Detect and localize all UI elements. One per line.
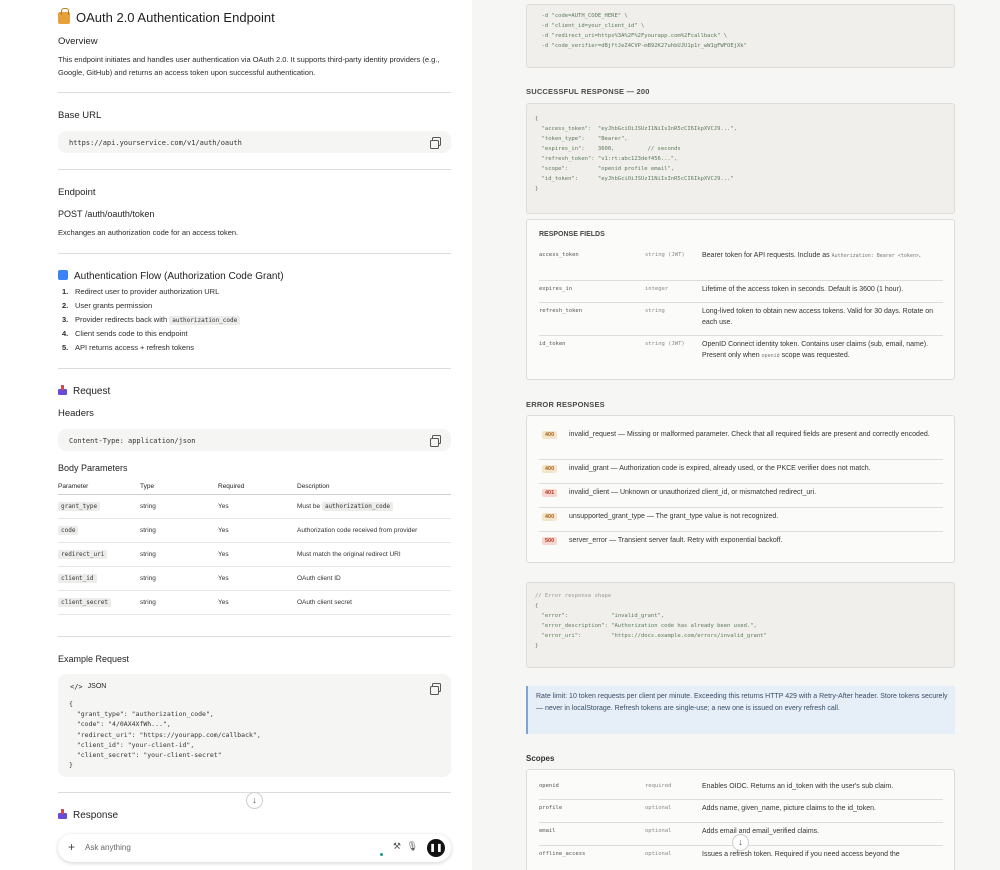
table-row: code string Yes Authorization code recei… (58, 518, 451, 543)
table-row: refresh_token string Long-lived token to… (539, 303, 943, 336)
composer-input[interactable]: Ask anything (85, 843, 131, 852)
codeblock-lang: </> JSON (70, 683, 107, 691)
table-row: access_token string (JWT) Bearer token f… (539, 247, 943, 281)
list-item: 3. Provider redirects back with authoriza… (58, 313, 241, 327)
table-row: expires_in integer Lifetime of the acces… (539, 281, 943, 303)
error-shape-codeblock: // Error response shape{ "error": "inval… (526, 582, 955, 668)
list-item: 4. Client sends code to this endpoint (62, 329, 188, 338)
canvas-pane: -d "code=AUTH_CODE_HERE" \ -d "client_id… (472, 0, 1000, 870)
column-header: Required (218, 479, 297, 495)
voice-mode-button[interactable]: ❚❚ (427, 839, 445, 857)
table-row: client_id string Yes OAuth client ID (58, 566, 451, 591)
success-codeblock: { "access_token": "eyJhbGciOiJSUzI1NiIsI… (526, 103, 955, 214)
request-heading: Request (58, 385, 110, 397)
list-item: 1. Redirect user to provider authorizatio… (62, 287, 220, 296)
divider (58, 253, 451, 254)
blue-square-icon (58, 270, 68, 280)
list-item: 400 invalid_request — Missing or malforme… (539, 426, 943, 460)
tools-icon[interactable]: ⚒ (393, 841, 401, 852)
divider (58, 169, 451, 170)
table-row: id_token string (JWT) OpenID Connect ide… (539, 341, 929, 359)
table-header-row: Parameter Type Required Description (58, 479, 451, 495)
plus-icon[interactable]: + (68, 840, 75, 854)
body-params-table: Parameter Type Required Description gran… (58, 479, 451, 615)
header-value: Content-Type: application/json (69, 437, 196, 445)
list-item: 400 invalid_grant — Authorization code is… (539, 460, 943, 484)
errors-heading: ERROR RESPONSES (526, 400, 605, 409)
divider (58, 636, 451, 637)
base-url-value: https://api.yourservice.com/v1/auth/oaut… (69, 139, 242, 147)
example-request-heading: Example Request (58, 654, 130, 664)
overview-text: This endpoint initiates and handles user… (58, 55, 440, 77)
list-item: 2. User grants permission (62, 301, 153, 310)
list-item: 401 invalid_client — Unknown or unauthori… (539, 484, 943, 508)
scroll-down-button[interactable]: ↓ (732, 834, 749, 851)
package-icon (58, 809, 67, 819)
column-header: Description (297, 479, 451, 495)
page-title: OAuth 2.0 Authentication Endpoint (58, 7, 275, 25)
errors-card: 400 invalid_request — Missing or malforme… (526, 415, 955, 563)
headers-heading: Headers (58, 408, 94, 419)
list-item: 5. API returns access + refresh tokens (62, 343, 195, 352)
list-item: 500 server_error — Transient server fault… (539, 532, 943, 556)
scopes-heading: Scopes (526, 754, 555, 763)
success-json: { "access_token": "eyJhbGciOiJSUzI1NiIsI… (535, 116, 737, 192)
headers-codeblock: Content-Type: application/json (58, 429, 451, 451)
table-row: grant_type string Yes Must be authorizat… (58, 494, 451, 519)
endpoint-heading: Endpoint (58, 187, 96, 198)
copy-icon[interactable] (430, 137, 441, 149)
table-row: openid required Enables OIDC. Returns an i… (539, 778, 943, 800)
package-icon (58, 385, 67, 395)
error-shape-code: // Error response shape{ "error": "inval… (535, 593, 767, 649)
lock-icon (58, 7, 70, 24)
example-json: { "grant_type": "authorization_code", "c… (69, 700, 261, 770)
table-row: profile optional Adds name, given_name, pi… (539, 800, 943, 823)
divider (58, 92, 451, 93)
example-codeblock: </> JSON { "grant_type": "authorization_… (58, 674, 451, 777)
scopes-card: openid required Enables OIDC. Returns an i… (526, 769, 955, 870)
flow-heading: Authentication Flow (Authorization Code … (58, 270, 284, 282)
base-url-codeblock: https://api.yourservice.com/v1/auth/oaut… (58, 131, 451, 153)
rate-limit-callout: Rate limit: 10 token requests per client… (526, 686, 955, 734)
chat-composer[interactable]: + Ask anything ⚒ 🎙 ❚❚ (58, 834, 451, 862)
copy-icon[interactable] (430, 683, 441, 695)
endpoint-text: Exchanges an authorization code for an a… (58, 228, 239, 237)
table-row: client_secret string Yes OAuth client se… (58, 590, 451, 615)
column-header: Parameter (58, 479, 140, 495)
success-heading: SUCCESSFUL RESPONSE — 200 (526, 87, 650, 96)
curl-codeblock: -d "code=AUTH_CODE_HERE" \ -d "client_id… (526, 4, 955, 68)
list-item: 400 unsupported_grant_type — The grant_ty… (539, 508, 943, 532)
divider (58, 368, 451, 369)
code-icon: </> (70, 683, 83, 691)
response-fields-card: RESPONSE FIELDS access_token string (JWT… (526, 219, 955, 380)
inline-code: authorization_code (169, 316, 241, 325)
chat-pane: OAuth 2.0 Authentication Endpoint Overvi… (0, 0, 472, 870)
status-dot (380, 853, 383, 856)
column-header: Type (140, 479, 218, 495)
copy-icon[interactable] (430, 435, 441, 447)
flow-steps: 1. Redirect user to provider authorizatio… (58, 285, 241, 355)
overview-heading: Overview (58, 36, 98, 47)
curl-code: -d "code=AUTH_CODE_HERE" \ -d "client_id… (535, 13, 747, 49)
body-params-heading: Body Parameters (58, 463, 128, 473)
endpoint-method-path: POST /auth/oauth/token (58, 209, 155, 219)
table-row: redirect_uri string Yes Must match the o… (58, 542, 451, 567)
response-fields-heading: RESPONSE FIELDS (539, 231, 605, 238)
base-url-heading: Base URL (58, 110, 102, 121)
scroll-down-button[interactable]: ↓ (246, 792, 263, 809)
microphone-icon[interactable]: 🎙 (407, 841, 418, 852)
response-heading: Response (58, 809, 118, 821)
